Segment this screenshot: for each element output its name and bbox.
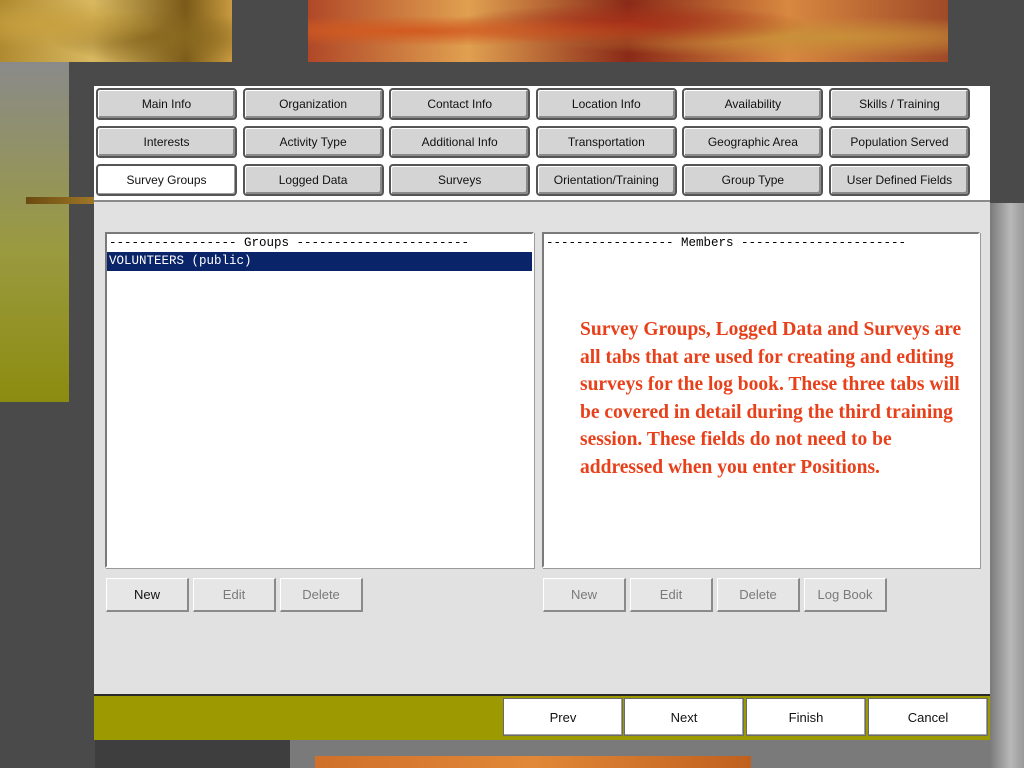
tab-activity-type[interactable]: Activity Type — [242, 126, 384, 158]
tab-surveys[interactable]: Surveys — [389, 164, 531, 196]
wizard-footer: Prev Next Finish Cancel — [94, 694, 990, 740]
groups-list-header: ----------------- Groups ---------------… — [109, 236, 470, 250]
decorative-banner-left — [0, 0, 232, 62]
members-new-button[interactable]: New — [543, 578, 626, 612]
tab-interests[interactable]: Interests — [96, 126, 237, 158]
groups-edit-button[interactable]: Edit — [193, 578, 276, 612]
groups-list[interactable]: ----------------- Groups ---------------… — [105, 232, 534, 568]
decorative-bottom-orange — [315, 756, 751, 768]
prev-button[interactable]: Prev — [503, 698, 623, 736]
members-list-header: ----------------- Members --------------… — [546, 236, 907, 250]
decorative-side-strip — [0, 62, 69, 402]
decorative-line — [26, 197, 96, 204]
tab-survey-groups[interactable]: Survey Groups — [96, 164, 237, 196]
next-button[interactable]: Next — [624, 698, 744, 736]
members-list[interactable]: ----------------- Members --------------… — [542, 232, 980, 568]
tab-population-served[interactable]: Population Served — [828, 126, 970, 158]
tab-geographic-area[interactable]: Geographic Area — [682, 126, 824, 158]
tab-availability[interactable]: Availability — [682, 88, 824, 120]
tab-organization[interactable]: Organization — [242, 88, 384, 120]
members-edit-button[interactable]: Edit — [630, 578, 713, 612]
cancel-button[interactable]: Cancel — [868, 698, 988, 736]
finish-button[interactable]: Finish — [746, 698, 866, 736]
decorative-right-strip — [990, 203, 1024, 768]
tab-orientation-training[interactable]: Orientation/Training — [535, 164, 677, 196]
tab-row-2: Interests Activity Type Additional Info … — [96, 126, 976, 158]
tab-user-defined-fields[interactable]: User Defined Fields — [828, 164, 970, 196]
tab-logged-data[interactable]: Logged Data — [242, 164, 384, 196]
tab-contact-info[interactable]: Contact Info — [389, 88, 531, 120]
members-log-book-button[interactable]: Log Book — [804, 578, 887, 612]
tab-main-info[interactable]: Main Info — [96, 88, 237, 120]
members-delete-button[interactable]: Delete — [717, 578, 800, 612]
tab-bar: Main Info Organization Contact Info Loca… — [94, 86, 990, 202]
tab-skills-training[interactable]: Skills / Training — [828, 88, 970, 120]
tab-row-3: Survey Groups Logged Data Surveys Orient… — [96, 164, 976, 196]
tab-location-info[interactable]: Location Info — [535, 88, 677, 120]
annotation-note: Survey Groups, Logged Data and Surveys a… — [580, 319, 962, 478]
tab-group-type[interactable]: Group Type — [682, 164, 824, 196]
tab-additional-info[interactable]: Additional Info — [389, 126, 531, 158]
decorative-bottom-block — [95, 738, 290, 768]
tab-transportation[interactable]: Transportation — [535, 126, 677, 158]
decorative-banner-right — [308, 0, 948, 62]
list-item[interactable]: VOLUNTEERS (public) — [107, 252, 532, 271]
groups-delete-button[interactable]: Delete — [280, 578, 363, 612]
app-window: Main Info Organization Contact Info Loca… — [94, 86, 990, 740]
groups-new-button[interactable]: New — [106, 578, 189, 612]
tab-row-1: Main Info Organization Contact Info Loca… — [96, 88, 976, 120]
